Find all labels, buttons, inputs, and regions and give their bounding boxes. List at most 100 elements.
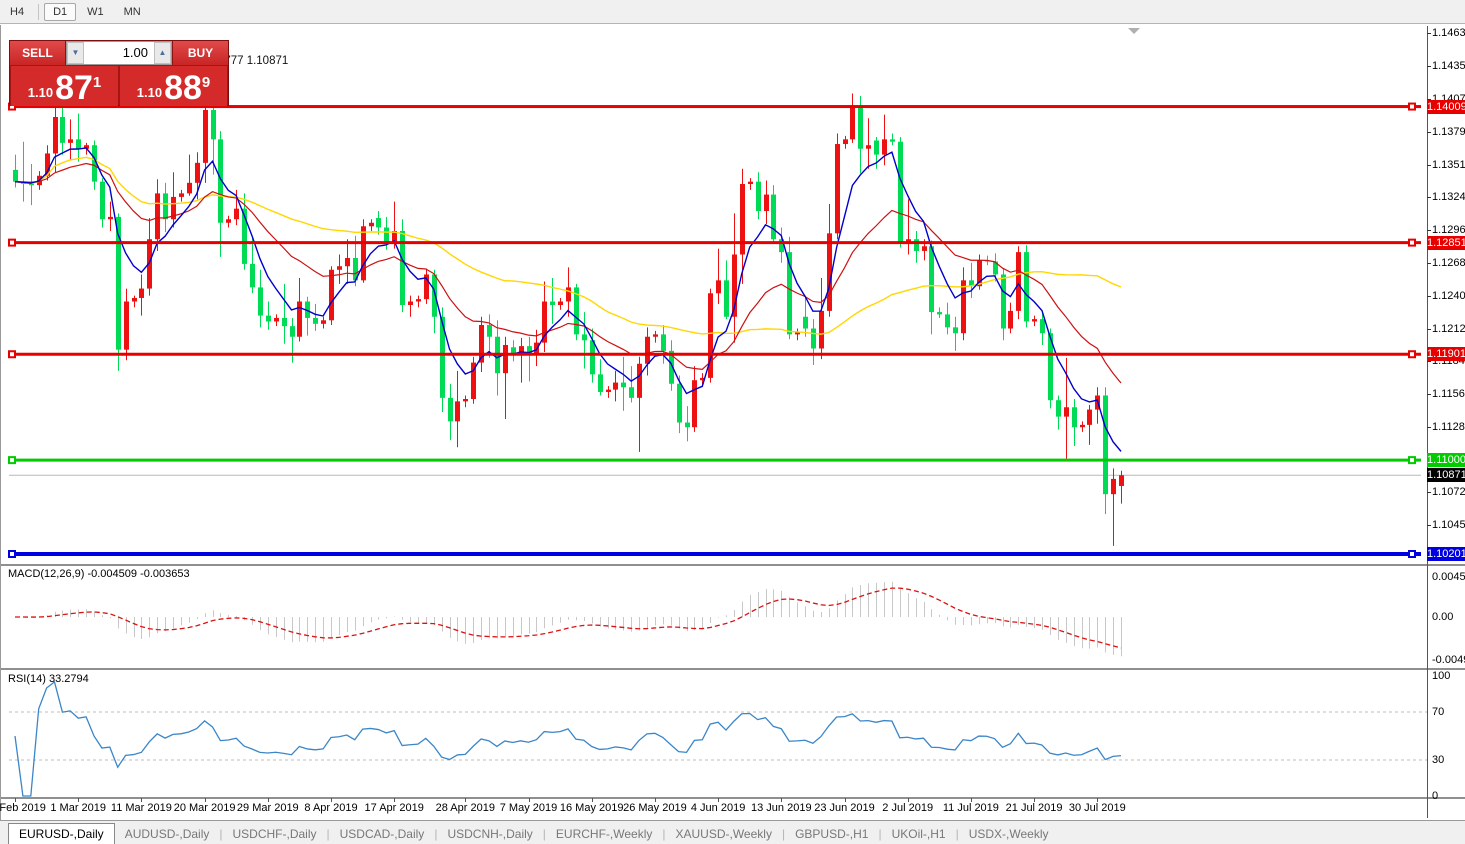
price-axis-tick	[1427, 525, 1431, 526]
chart-tab-eurusd[interactable]: EURUSD-,Daily	[8, 823, 115, 844]
buy-price-small: 1.10	[137, 83, 162, 103]
date-axis-tick	[141, 798, 142, 802]
sell-price-display[interactable]: 1.10 87 1	[11, 66, 118, 106]
date-axis-label: 21 Jul 2019	[1006, 802, 1063, 814]
timeframe-button-h4[interactable]: H4	[1, 3, 33, 21]
volume-input[interactable]: 1.00	[84, 42, 154, 64]
buy-price-pip: 9	[202, 74, 210, 91]
toolbar-separator	[38, 4, 39, 20]
chart-tab-ukoil[interactable]: UKOil-,H1	[882, 824, 956, 844]
price-axis-tick	[1427, 230, 1431, 231]
date-axis-tick	[592, 798, 593, 802]
price-axis-tick	[1427, 66, 1431, 67]
macd-panel-separator[interactable]	[1, 564, 1465, 567]
date-axis-label: 7 May 2019	[500, 802, 557, 814]
chart-tab-usdcnh[interactable]: USDCNH-,Daily	[437, 824, 542, 844]
price-axis-tick	[1427, 165, 1431, 166]
date-axis-label: 2 Jul 2019	[882, 802, 933, 814]
price-axis-tick	[1427, 394, 1431, 395]
chart-tab-usdchf[interactable]: USDCHF-,Daily	[223, 824, 327, 844]
volume-increase-button[interactable]: ▲	[154, 42, 171, 64]
chart-tab-usdcad[interactable]: USDCAD-,Daily	[330, 824, 435, 844]
sell-price-small: 1.10	[28, 83, 53, 103]
price-axis-tick	[1427, 492, 1431, 493]
chart-tab-bar: EURUSD-,DailyAUDUSD-,Daily|USDCHF-,Daily…	[0, 820, 1465, 844]
chart-shift-marker-icon[interactable]	[1128, 28, 1140, 34]
macd-axis-label: -0.00494	[1432, 654, 1465, 666]
price-axis-label: 1.13240	[1432, 191, 1465, 203]
buy-price-display[interactable]: 1.10 88 9	[120, 66, 227, 106]
chart-tab-gbpusd[interactable]: GBPUSD-,H1	[785, 824, 878, 844]
date-axis-label: 11 Mar 2019	[111, 802, 172, 814]
timeframe-toolbar: H4 D1W1MN	[0, 0, 1465, 24]
date-axis-tick	[268, 798, 269, 802]
hline-price-badge: 1.11000	[1427, 453, 1465, 467]
volume-decrease-button[interactable]: ▼	[67, 42, 84, 64]
buy-price-big: 88	[164, 73, 202, 103]
price-axis-label: 1.11285	[1432, 421, 1465, 433]
date-axis-tick	[78, 798, 79, 802]
timeframe-button-mn[interactable]: MN	[115, 3, 150, 21]
price-axis-label: 1.13515	[1432, 159, 1465, 171]
macd-axis-label: 0.00	[1432, 611, 1453, 623]
date-axis-tick	[908, 798, 909, 802]
date-axis-label: 20 Feb 2019	[0, 802, 46, 814]
price-axis-tick	[1427, 329, 1431, 330]
hline-price-badge: 1.10201	[1427, 547, 1465, 561]
date-axis-tick	[655, 798, 656, 802]
price-axis-label: 1.14355	[1432, 60, 1465, 72]
date-axis-label: 13 Jun 2019	[751, 802, 812, 814]
price-axis-tick	[1427, 33, 1431, 34]
price-axis-label: 1.12680	[1432, 257, 1465, 269]
date-axis-tick	[394, 798, 395, 802]
date-axis-label: 1 Mar 2019	[50, 802, 106, 814]
buy-button[interactable]: BUY	[172, 41, 228, 65]
date-axis-label: 11 Jul 2019	[943, 802, 999, 814]
date-axis-tick	[845, 798, 846, 802]
price-axis-tick	[1427, 197, 1431, 198]
rsi-axis-label: 100	[1432, 670, 1450, 682]
date-axis-label: 16 May 2019	[560, 802, 624, 814]
sell-button[interactable]: SELL	[10, 41, 66, 65]
date-axis-label: 28 Apr 2019	[436, 802, 495, 814]
timeframe-button-d1[interactable]: D1	[44, 3, 76, 21]
rsi-panel-separator[interactable]	[1, 668, 1465, 671]
date-axis-separator	[1, 797, 1465, 800]
sell-price-big: 87	[55, 73, 93, 103]
price-axis-label: 1.13795	[1432, 126, 1465, 138]
chart-tab-eurchf[interactable]: EURCHF-,Weekly	[546, 824, 662, 844]
chart-tab-usdx[interactable]: USDX-,Weekly	[959, 824, 1059, 844]
chart-tab-xauusd[interactable]: XAUUSD-,Weekly	[665, 824, 781, 844]
date-axis-label: 8 Apr 2019	[304, 802, 357, 814]
date-axis-label: 23 Jun 2019	[814, 802, 875, 814]
date-axis-tick	[205, 798, 206, 802]
chart-window: ▲ EURUSD-,Daily 1.10780 1.10956 1.10777 …	[0, 25, 1465, 820]
price-axis-tick	[1427, 296, 1431, 297]
date-axis-tick	[15, 798, 16, 802]
date-axis-label: 20 Mar 2019	[174, 802, 236, 814]
price-axis-label: 1.12120	[1432, 323, 1465, 335]
date-axis-tick	[971, 798, 972, 802]
rsi-axis-label: 0	[1432, 790, 1438, 802]
chart-tab-audusd[interactable]: AUDUSD-,Daily	[115, 824, 220, 844]
price-axis-label: 1.14635	[1432, 27, 1465, 39]
price-axis-label: 1.11565	[1432, 388, 1465, 400]
volume-spinner: ▼ 1.00 ▲	[66, 41, 172, 65]
rsi-axis-label: 70	[1432, 706, 1444, 718]
timeframe-button-w1[interactable]: W1	[78, 3, 113, 21]
rsi-axis-label: 30	[1432, 754, 1444, 766]
sell-price-pip: 1	[93, 74, 101, 91]
price-axis-label: 1.12960	[1432, 224, 1465, 236]
chart-canvas	[1, 25, 1465, 820]
date-axis-tick	[1034, 798, 1035, 802]
macd-axis-label: 0.004524	[1432, 571, 1465, 583]
price-axis-label: 1.10450	[1432, 519, 1465, 531]
price-axis-tick	[1427, 427, 1431, 428]
one-click-trading-panel: SELL ▼ 1.00 ▲ BUY 1.10 87 1 1.10 88 9	[9, 40, 229, 106]
mt4-terminal: H4D1W1MN ▲ EURUSD-,Daily 1.10780 1.10956…	[0, 0, 1465, 844]
date-axis-tick	[781, 798, 782, 802]
date-axis-label: 30 Jul 2019	[1069, 802, 1126, 814]
price-axis-tick	[1427, 263, 1431, 264]
rsi-label: RSI(14) 33.2794	[8, 673, 89, 685]
date-axis-tick	[529, 798, 530, 802]
